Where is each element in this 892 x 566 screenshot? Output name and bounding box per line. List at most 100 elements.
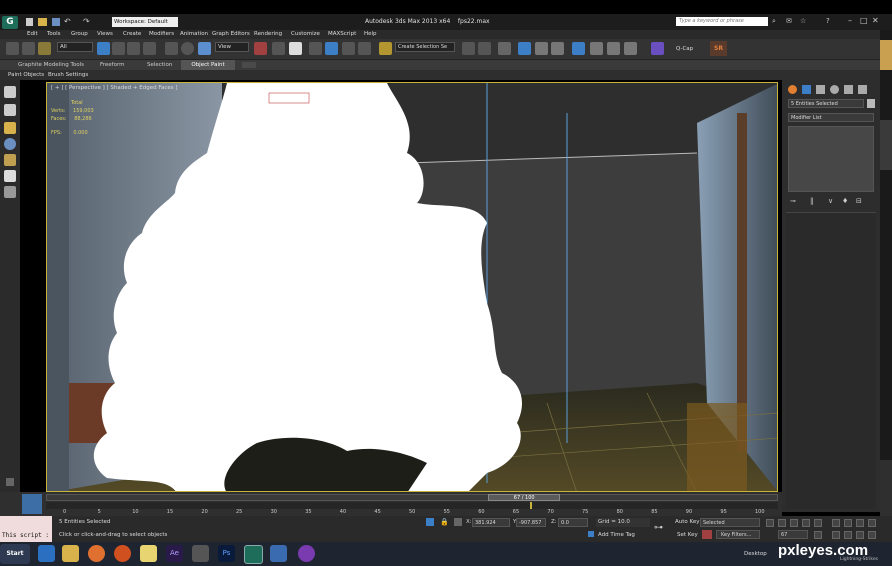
communication-center-icon[interactable]: ✉ bbox=[786, 17, 792, 25]
tab-graphite-modeling-tools[interactable]: Graphite Modeling Tools bbox=[18, 62, 84, 68]
subtab-paint-objects[interactable]: Paint Objects bbox=[8, 72, 44, 78]
viewport-label[interactable]: [ + ] [ Perspective ] [ Shaded + Edged F… bbox=[51, 85, 178, 91]
sr-button[interactable]: SR bbox=[710, 41, 727, 56]
menu-customize[interactable]: Customize bbox=[291, 31, 320, 37]
select-link-icon[interactable] bbox=[6, 42, 19, 55]
edit-named-selection-icon[interactable] bbox=[379, 42, 392, 55]
new-file-icon[interactable] bbox=[26, 18, 33, 26]
search-icon[interactable]: ⌕ bbox=[772, 17, 776, 26]
tab-selection[interactable]: Selection bbox=[147, 62, 172, 68]
current-frame-field[interactable]: 67 bbox=[778, 530, 808, 539]
modifier-list-dropdown[interactable]: Modifier List bbox=[788, 113, 874, 122]
modify-tab-icon[interactable] bbox=[802, 85, 811, 94]
goto-end-icon[interactable] bbox=[814, 519, 822, 527]
rendered-frame-icon[interactable] bbox=[607, 42, 620, 55]
spinner-snap-icon[interactable] bbox=[358, 42, 371, 55]
layer-manager-icon[interactable] bbox=[498, 42, 511, 55]
show-end-result-icon[interactable]: ‖ bbox=[810, 197, 814, 205]
time-config-icon[interactable] bbox=[814, 531, 822, 539]
material-editor-icon[interactable] bbox=[572, 42, 585, 55]
menu-edit[interactable]: Edit bbox=[27, 31, 38, 37]
key-mode-dropdown[interactable]: Selected bbox=[700, 518, 760, 527]
grid-tool-icon[interactable] bbox=[4, 170, 16, 182]
remove-modifier-icon[interactable]: ♦ bbox=[842, 197, 848, 205]
pan-icon[interactable] bbox=[844, 531, 852, 539]
display-tab-icon[interactable] bbox=[844, 85, 853, 94]
utilities-tab-icon[interactable] bbox=[858, 85, 867, 94]
render-production-icon[interactable] bbox=[624, 42, 637, 55]
modifier-stack[interactable] bbox=[788, 126, 874, 192]
graphite-toggle-icon[interactable] bbox=[518, 42, 531, 55]
zoom-icon[interactable] bbox=[832, 519, 840, 527]
menu-help[interactable]: Help bbox=[364, 31, 377, 37]
bind-space-warp-icon[interactable] bbox=[38, 42, 51, 55]
time-slider-thumb[interactable]: 67 / 100 bbox=[488, 494, 561, 501]
qcap-label[interactable]: Q-Cap bbox=[676, 46, 693, 52]
unlink-icon[interactable] bbox=[22, 42, 35, 55]
photoshop-icon[interactable]: Ps bbox=[218, 545, 235, 562]
object-color-swatch[interactable] bbox=[867, 99, 875, 108]
select-and-rotate-icon[interactable] bbox=[181, 42, 194, 55]
schematic-view-icon[interactable] bbox=[551, 42, 564, 55]
configure-modifier-icon[interactable]: ⊟ bbox=[856, 197, 862, 205]
maximize-toggle-icon[interactable] bbox=[868, 531, 876, 539]
menu-graph-editors[interactable]: Graph Editors bbox=[212, 31, 250, 37]
mini-curve-editor-icon[interactable] bbox=[22, 494, 42, 514]
open-file-icon[interactable] bbox=[38, 18, 47, 26]
time-slider-track[interactable] bbox=[46, 494, 778, 501]
select-and-move-icon[interactable] bbox=[165, 42, 178, 55]
redo-icon[interactable]: ↷ bbox=[83, 17, 90, 26]
orbit-icon[interactable] bbox=[856, 531, 864, 539]
menu-maxscript[interactable]: MAXScript bbox=[328, 31, 356, 37]
lock-icon[interactable]: 🔒 bbox=[440, 518, 449, 526]
object-name-field[interactable]: 5 Entities Selected bbox=[788, 99, 864, 108]
key-filters-button[interactable]: Key Filters... bbox=[716, 530, 760, 539]
select-object-icon[interactable] bbox=[97, 42, 110, 55]
y-coordinate-field[interactable]: -907.857 bbox=[516, 518, 546, 527]
motion-tab-icon[interactable] bbox=[830, 85, 839, 94]
internet-explorer-icon[interactable] bbox=[38, 545, 55, 562]
favorites-icon[interactable]: ☆ bbox=[800, 17, 806, 25]
select-by-name-icon[interactable] bbox=[112, 42, 125, 55]
reference-coord-dropdown[interactable]: View bbox=[215, 42, 249, 52]
align-icon[interactable] bbox=[478, 42, 491, 55]
folder-icon[interactable] bbox=[62, 545, 79, 562]
add-time-tag[interactable]: Add Time Tag bbox=[598, 532, 635, 538]
rectangular-selection-icon[interactable] bbox=[127, 42, 140, 55]
maximize-viewport-icon[interactable] bbox=[868, 519, 876, 527]
search-input[interactable]: Type a keyword or phrase bbox=[676, 17, 768, 26]
perspective-viewport[interactable]: [ + ] [ Perspective ] [ Shaded + Edged F… bbox=[46, 82, 778, 492]
start-button[interactable]: Start bbox=[0, 544, 30, 564]
time-tag-icon[interactable] bbox=[588, 531, 594, 537]
3ds-max-taskbar-icon[interactable] bbox=[244, 545, 263, 564]
hierarchy-tab-icon[interactable] bbox=[816, 85, 825, 94]
tab-object-paint[interactable]: Object Paint bbox=[181, 60, 235, 70]
fill-tool-icon[interactable] bbox=[4, 122, 16, 134]
manipulate-icon[interactable] bbox=[272, 42, 285, 55]
help-icon[interactable]: ? bbox=[826, 17, 830, 25]
make-unique-icon[interactable]: ∨ bbox=[828, 197, 833, 205]
prev-frame-icon[interactable] bbox=[778, 519, 786, 527]
set-key-button[interactable]: Set Key bbox=[677, 532, 698, 538]
curve-editor-icon[interactable] bbox=[535, 42, 548, 55]
fov-icon[interactable] bbox=[832, 531, 840, 539]
film-icon[interactable] bbox=[192, 545, 209, 562]
sphere-tool-icon[interactable] bbox=[4, 138, 16, 150]
track-bar[interactable] bbox=[46, 502, 778, 509]
undo-icon[interactable]: ↶ bbox=[64, 17, 71, 26]
percent-snap-icon[interactable] bbox=[342, 42, 355, 55]
save-file-icon[interactable] bbox=[52, 18, 60, 26]
firefox-icon[interactable] bbox=[114, 545, 131, 562]
mirror-icon[interactable] bbox=[462, 42, 475, 55]
key-icon[interactable] bbox=[702, 530, 712, 539]
named-selection-dropdown[interactable]: Create Selection Se bbox=[395, 42, 455, 52]
workspace-dropdown[interactable]: Workspace: Default bbox=[112, 17, 178, 27]
angle-snap-icon[interactable] bbox=[325, 42, 338, 55]
play-icon[interactable] bbox=[790, 519, 798, 527]
x-coordinate-field[interactable]: 381.924 bbox=[472, 518, 510, 527]
app-logo-icon[interactable]: G bbox=[2, 16, 18, 29]
pivot-point-icon[interactable] bbox=[254, 42, 267, 55]
z-coordinate-field[interactable]: 0.0 bbox=[558, 518, 588, 527]
desktop-label[interactable]: Desktop bbox=[744, 551, 767, 557]
timeline[interactable]: 67 / 100 0 5 10 15 20 25 30 35 40 45 50 55 60 65 70 75 8… bbox=[0, 492, 782, 516]
